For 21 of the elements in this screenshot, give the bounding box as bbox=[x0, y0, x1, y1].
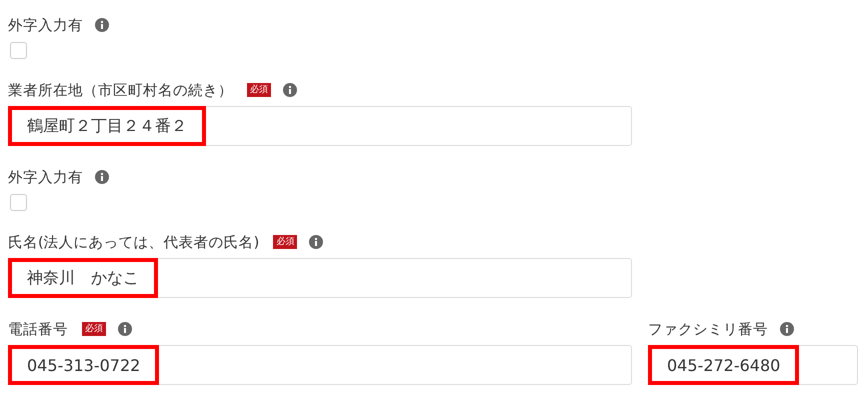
field-label: 外字入力有 bbox=[8, 168, 83, 186]
required-badge: 必須 bbox=[82, 322, 106, 336]
info-icon[interactable] bbox=[780, 322, 794, 336]
field-label: 業者所在地（市区町村名の続き） bbox=[8, 82, 233, 100]
input-field[interactable]: 神奈川 かなこ bbox=[8, 258, 632, 298]
required-badge: 必須 bbox=[247, 83, 271, 97]
field-label: ファクシミリ番号 bbox=[648, 320, 768, 338]
info-icon[interactable] bbox=[309, 235, 324, 249]
field-label: 電話番号 bbox=[8, 320, 68, 338]
required-badge: 必須 bbox=[273, 235, 298, 249]
info-icon[interactable] bbox=[95, 170, 109, 184]
info-icon[interactable] bbox=[95, 18, 109, 32]
info-icon[interactable] bbox=[283, 83, 297, 97]
input-field[interactable]: 045-272-6480 bbox=[648, 345, 858, 385]
info-icon[interactable] bbox=[118, 322, 132, 336]
field-label: 氏名(法人にあっては、代表者の氏名) bbox=[8, 234, 260, 252]
input-field[interactable]: 鶴屋町２丁目２４番２ bbox=[8, 106, 632, 146]
field-label: 外字入力有 bbox=[8, 16, 83, 34]
input-field[interactable]: 045-313-0722 bbox=[8, 345, 632, 385]
checkbox[interactable] bbox=[10, 194, 27, 211]
checkbox[interactable] bbox=[10, 42, 27, 59]
